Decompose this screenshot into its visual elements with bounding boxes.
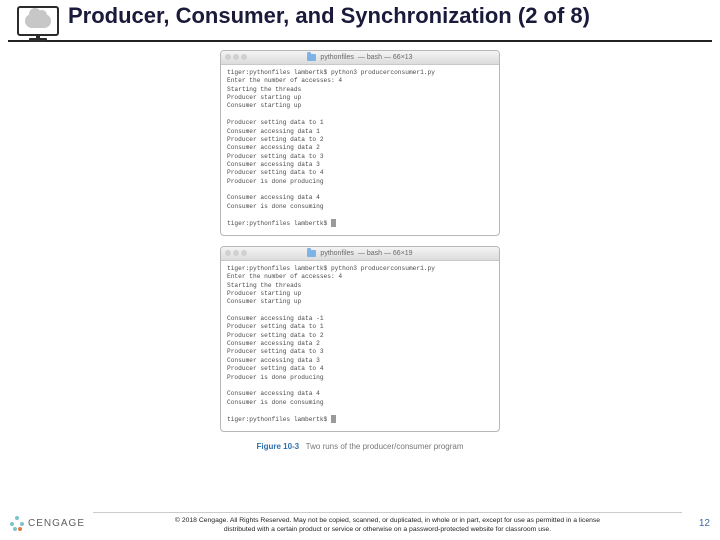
folder-icon: [307, 54, 316, 61]
terminal-title-meta: — bash — 66×19: [358, 250, 413, 257]
terminal-title-path: pythonfiles: [320, 54, 353, 61]
slide-title: Producer, Consumer, and Synchronization …: [68, 2, 590, 27]
header-icon: [14, 2, 62, 40]
terminal-title-path: pythonfiles: [320, 250, 353, 257]
monitor-icon: [17, 6, 59, 36]
terminal-output-2: tiger:pythonfiles lambertk$ python3 prod…: [221, 261, 499, 431]
terminal-titlebar-2: pythonfiles — bash — 66×19: [221, 247, 499, 261]
cloud-icon: [25, 14, 51, 28]
terminal-window-1: pythonfiles — bash — 66×13 tiger:pythonf…: [220, 50, 500, 236]
folder-icon: [307, 250, 316, 257]
copyright-line-2: distributed with a certain product or se…: [101, 526, 674, 534]
window-controls-icon: [225, 54, 247, 60]
terminal-output-1: tiger:pythonfiles lambertk$ python3 prod…: [221, 65, 499, 235]
window-controls-icon: [225, 250, 247, 256]
figure-caption: Figure 10-3 Two runs of the producer/con…: [220, 442, 500, 451]
slide-header: Producer, Consumer, and Synchronization …: [8, 0, 712, 42]
copyright-text: © 2018 Cengage. All Rights Reserved. May…: [93, 512, 682, 534]
terminal-titlebar-1: pythonfiles — bash — 66×13: [221, 51, 499, 65]
brand-logo-icon: [10, 516, 24, 530]
brand-block: CENGAGE: [10, 516, 85, 530]
figure-caption-text: Two runs of the producer/consumer progra…: [306, 442, 464, 451]
brand-name: CENGAGE: [28, 518, 85, 529]
slide-content: pythonfiles — bash — 66×13 tiger:pythonf…: [0, 42, 720, 451]
page-number: 12: [690, 518, 710, 529]
terminal-window-2: pythonfiles — bash — 66×19 tiger:pythonf…: [220, 246, 500, 432]
terminal-screenshots: pythonfiles — bash — 66×13 tiger:pythonf…: [220, 50, 500, 451]
figure-label: Figure 10-3: [256, 442, 299, 451]
terminal-title-meta: — bash — 66×13: [358, 54, 413, 61]
slide-footer: CENGAGE © 2018 Cengage. All Rights Reser…: [0, 512, 720, 534]
copyright-line-1: © 2018 Cengage. All Rights Reserved. May…: [101, 517, 674, 525]
